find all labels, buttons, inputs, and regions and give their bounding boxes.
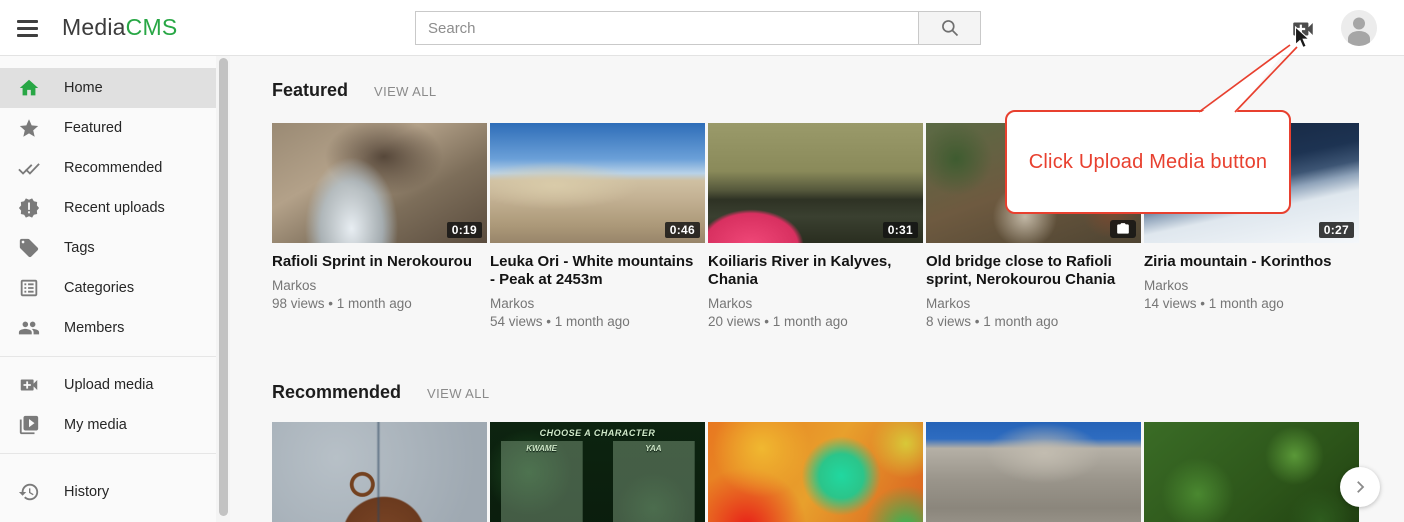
- sidebar: Home Featured Recommended Recent uploads…: [0, 56, 216, 522]
- video-thumbnail[interactable]: [926, 422, 1141, 522]
- sidebar-item-label: Recent uploads: [64, 200, 165, 216]
- members-icon: [18, 317, 40, 339]
- sidebar-item-tags[interactable]: Tags: [0, 228, 216, 268]
- media-author[interactable]: Markos: [490, 296, 705, 311]
- section-title: Recommended: [272, 382, 401, 403]
- media-title[interactable]: Ziria mountain - Korinthos: [1144, 253, 1351, 271]
- history-icon: [18, 481, 40, 503]
- media-card[interactable]: [708, 422, 923, 522]
- sidebar-item-recommended[interactable]: Recommended: [0, 148, 216, 188]
- sidebar-divider: [0, 356, 216, 357]
- sidebar-scrollbar: [216, 56, 230, 522]
- thumbnail-text: YAA: [645, 444, 661, 453]
- thumbnail-text: CHOOSE A CHARACTER: [540, 428, 656, 438]
- recommended-cards-row: CHOOSE A CHARACTER KWAME YAA Selected Se…: [272, 422, 1362, 522]
- duration-badge: 0:19: [447, 222, 482, 238]
- duration-badge: 0:31: [883, 222, 918, 238]
- image-media-badge: [1110, 220, 1136, 238]
- sidebar-item-label: Featured: [64, 120, 122, 136]
- duration-badge: 0:46: [665, 222, 700, 238]
- search-form: [415, 11, 981, 45]
- sidebar-item-label: My media: [64, 417, 127, 433]
- upload-media-icon: [1290, 16, 1316, 42]
- upload-media-icon: [18, 374, 40, 396]
- home-icon: [18, 77, 40, 99]
- video-thumbnail[interactable]: [272, 422, 487, 522]
- logo-text-media: Media: [62, 14, 126, 40]
- media-author[interactable]: Markos: [1144, 278, 1359, 293]
- sidebar-item-label: Categories: [64, 280, 134, 296]
- sidebar-item-featured[interactable]: Featured: [0, 108, 216, 148]
- featured-section-header: Featured VIEW ALL: [272, 80, 436, 101]
- recommended-section-header: Recommended VIEW ALL: [272, 382, 490, 403]
- top-bar: MediaCMS: [0, 0, 1404, 56]
- media-meta: 54 views • 1 month ago: [490, 314, 705, 329]
- recommended-view-all-link[interactable]: VIEW ALL: [427, 386, 489, 401]
- media-card[interactable]: 0:31 Koiliaris River in Kalyves, Chania …: [708, 123, 923, 329]
- sidebar-item-label: Home: [64, 80, 103, 96]
- media-meta: 8 views • 1 month ago: [926, 314, 1141, 329]
- media-card[interactable]: CHOOSE A CHARACTER KWAME YAA Selected Se…: [490, 422, 705, 522]
- sidebar-item-recent-uploads[interactable]: Recent uploads: [0, 188, 216, 228]
- sidebar-item-history[interactable]: History: [0, 472, 216, 512]
- new-releases-icon: [18, 197, 40, 219]
- media-title[interactable]: Rafioli Sprint in Nerokourou: [272, 253, 479, 271]
- tag-icon: [18, 237, 40, 259]
- categories-icon: [18, 277, 40, 299]
- media-author[interactable]: Markos: [926, 296, 1141, 311]
- media-card[interactable]: [272, 422, 487, 522]
- tour-callout: Click Upload Media button: [1005, 110, 1291, 214]
- star-icon: [18, 117, 40, 139]
- media-meta: 20 views • 1 month ago: [708, 314, 923, 329]
- person-icon: [1341, 10, 1377, 46]
- sidebar-item-categories[interactable]: Categories: [0, 268, 216, 308]
- my-media-icon: [18, 414, 40, 436]
- sidebar-divider: [0, 453, 216, 454]
- scrollbar-thumb[interactable]: [219, 58, 228, 516]
- media-author[interactable]: Markos: [272, 278, 487, 293]
- media-card[interactable]: [926, 422, 1141, 522]
- sidebar-item-home[interactable]: Home: [0, 68, 216, 108]
- featured-view-all-link[interactable]: VIEW ALL: [374, 84, 436, 99]
- media-title[interactable]: Koiliaris River in Kalyves, Chania: [708, 253, 915, 289]
- thumbnail-text: KWAME: [526, 444, 557, 453]
- duration-badge: 0:27: [1319, 222, 1354, 238]
- video-thumbnail[interactable]: [1144, 422, 1359, 522]
- video-thumbnail[interactable]: [708, 422, 923, 522]
- media-meta: 98 views • 1 month ago: [272, 296, 487, 311]
- logo-text-cms: CMS: [126, 14, 178, 40]
- search-input[interactable]: [415, 11, 918, 45]
- sidebar-item-label: Upload media: [64, 377, 153, 393]
- hamburger-menu-icon[interactable]: [17, 17, 41, 39]
- sidebar-item-label: Recommended: [64, 160, 162, 176]
- sidebar-item-upload-media[interactable]: Upload media: [0, 365, 216, 405]
- search-button[interactable]: [918, 11, 981, 45]
- media-card[interactable]: 0:19 Rafioli Sprint in Nerokourou Markos…: [272, 123, 487, 329]
- sidebar-item-label: Members: [64, 320, 124, 336]
- media-title[interactable]: Old bridge close to Rafioli sprint, Nero…: [926, 253, 1133, 289]
- video-thumbnail[interactable]: 0:46: [490, 123, 705, 243]
- chevron-right-icon: [1351, 478, 1369, 496]
- done-all-icon: [18, 157, 40, 179]
- media-card[interactable]: [1144, 422, 1359, 522]
- media-meta: 14 views • 1 month ago: [1144, 296, 1359, 311]
- upload-media-button[interactable]: [1290, 16, 1316, 42]
- user-avatar[interactable]: [1341, 10, 1377, 46]
- video-thumbnail[interactable]: 0:31: [708, 123, 923, 243]
- section-title: Featured: [272, 80, 348, 101]
- app-logo[interactable]: MediaCMS: [62, 14, 177, 41]
- camera-icon: [1116, 222, 1130, 236]
- media-card[interactable]: 0:46 Leuka Ori - White mountains - Peak …: [490, 123, 705, 329]
- sidebar-item-members[interactable]: Members: [0, 308, 216, 348]
- video-thumbnail[interactable]: CHOOSE A CHARACTER KWAME YAA Selected Se…: [490, 422, 705, 522]
- sidebar-item-label: Tags: [64, 240, 95, 256]
- sidebar-item-my-media[interactable]: My media: [0, 405, 216, 445]
- media-author[interactable]: Markos: [708, 296, 923, 311]
- media-title[interactable]: Leuka Ori - White mountains - Peak at 24…: [490, 253, 697, 289]
- carousel-next-button[interactable]: [1340, 467, 1380, 507]
- sidebar-item-label: History: [64, 484, 109, 500]
- search-icon: [940, 18, 960, 38]
- video-thumbnail[interactable]: 0:19: [272, 123, 487, 243]
- tour-callout-text: Click Upload Media button: [1029, 151, 1267, 174]
